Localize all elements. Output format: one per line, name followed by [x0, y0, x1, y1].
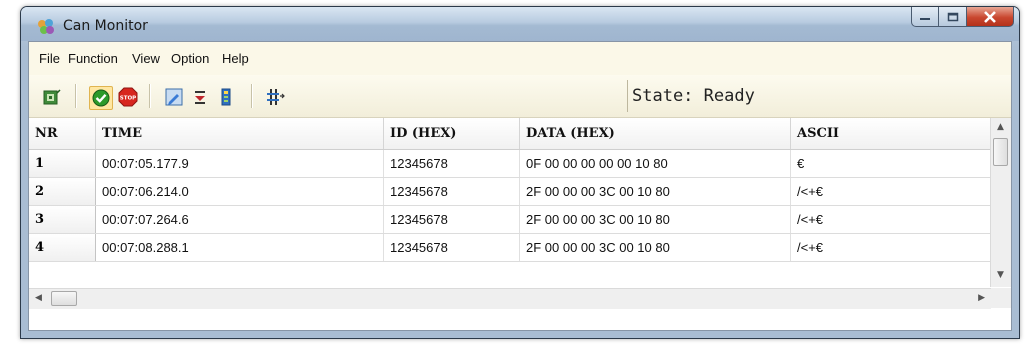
scroll-down-icon[interactable]: ▼	[997, 270, 1004, 280]
toolbar-separator	[251, 84, 253, 108]
menu-function[interactable]: Function	[68, 51, 118, 66]
stop-button[interactable]: STOP	[117, 86, 139, 108]
cell-time: 00:07:05.177.9	[96, 150, 384, 177]
cell-id: 12345678	[384, 206, 520, 233]
cell-data: 2F 00 00 00 3C 00 10 80	[520, 178, 791, 205]
scroll-left-icon[interactable]: ◀	[35, 293, 42, 303]
table-row[interactable]: 2 00:07:06.214.0 12345678 2F 00 00 00 3C…	[29, 178, 997, 206]
close-button[interactable]	[967, 7, 1014, 27]
status-state: State: Ready	[627, 80, 972, 112]
header-ascii[interactable]: ASCII	[791, 118, 997, 149]
app-icon	[38, 19, 54, 34]
horizontal-scrollbar[interactable]: ◀ ▶	[29, 288, 991, 309]
header-nr[interactable]: NR	[29, 118, 96, 149]
title-bar[interactable]: Can Monitor	[21, 7, 1019, 41]
table-row[interactable]: 1 00:07:05.177.9 12345678 0F 00 00 00 00…	[29, 150, 997, 178]
filter-icon	[195, 91, 205, 104]
table-header: NR TIME ID (HEX) DATA (HEX) ASCII	[29, 118, 997, 150]
log-icon	[221, 88, 231, 106]
menu-file[interactable]: File	[39, 51, 60, 66]
table-row[interactable]: 4 00:07:08.288.1 12345678 2F 00 00 00 3C…	[29, 234, 997, 262]
columns-button[interactable]	[265, 86, 287, 108]
cell-time: 00:07:06.214.0	[96, 178, 384, 205]
row-number[interactable]: 4	[29, 234, 96, 261]
row-number[interactable]: 1	[29, 150, 96, 177]
vertical-scrollbar[interactable]: ▲ ▼	[990, 118, 1011, 287]
cell-ascii: €	[797, 156, 805, 171]
resize-grip[interactable]	[991, 288, 1011, 308]
menu-option[interactable]: Option	[171, 51, 209, 66]
cell-data: 2F 00 00 00 3C 00 10 80	[520, 234, 791, 261]
cell-ascii: /<+€	[797, 240, 824, 255]
close-icon	[984, 10, 996, 23]
header-id[interactable]: ID (HEX)	[384, 118, 520, 149]
stop-icon: STOP	[118, 87, 138, 107]
cell-id: 12345678	[384, 150, 520, 177]
horizontal-scroll-thumb[interactable]	[51, 291, 77, 306]
row-number[interactable]: 3	[29, 206, 96, 233]
vertical-scroll-thumb[interactable]	[993, 138, 1008, 166]
scroll-up-icon[interactable]: ▲	[997, 122, 1004, 132]
menu-bar: File Function View Option Help	[29, 42, 1011, 76]
connect-button[interactable]	[41, 86, 63, 108]
toolbar: STOP State: Ready	[29, 75, 1011, 118]
window-controls	[911, 7, 1014, 29]
connect-icon	[43, 89, 61, 105]
cell-time: 00:07:07.264.6	[96, 206, 384, 233]
toolbar-separator	[149, 84, 151, 108]
cell-ascii: /<+€	[797, 212, 824, 227]
maximize-icon	[947, 12, 958, 21]
columns-icon	[267, 89, 285, 105]
edit-icon	[165, 88, 183, 106]
minimize-icon	[920, 17, 930, 20]
table-row[interactable]: 3 00:07:07.264.6 12345678 2F 00 00 00 3C…	[29, 206, 997, 234]
cell-id: 12345678	[384, 234, 520, 261]
toolbar-separator	[75, 84, 77, 108]
cell-data: 2F 00 00 00 3C 00 10 80	[520, 206, 791, 233]
cell-ascii: /<+€	[797, 184, 824, 199]
start-icon	[92, 89, 110, 107]
header-data[interactable]: DATA (HEX)	[520, 118, 791, 149]
window-title: Can Monitor	[63, 18, 148, 34]
edit-button[interactable]	[163, 86, 185, 108]
svg-text:STOP: STOP	[120, 96, 136, 102]
cell-id: 12345678	[384, 178, 520, 205]
log-button[interactable]	[215, 86, 237, 108]
menu-help[interactable]: Help	[222, 51, 249, 66]
start-button[interactable]	[89, 86, 113, 110]
filter-button[interactable]	[189, 86, 211, 108]
row-number[interactable]: 2	[29, 178, 96, 205]
cell-time: 00:07:08.288.1	[96, 234, 384, 261]
app-window: Can Monitor File Function View Option He…	[20, 6, 1020, 339]
maximize-button[interactable]	[939, 7, 967, 27]
cell-data: 0F 00 00 00 00 00 10 80	[520, 150, 791, 177]
scroll-right-icon[interactable]: ▶	[978, 293, 985, 303]
menu-view[interactable]: View	[132, 51, 160, 66]
header-time[interactable]: TIME	[96, 118, 384, 149]
client-area: File Function View Option Help STOP Stat…	[28, 41, 1012, 331]
minimize-button[interactable]	[911, 7, 939, 27]
